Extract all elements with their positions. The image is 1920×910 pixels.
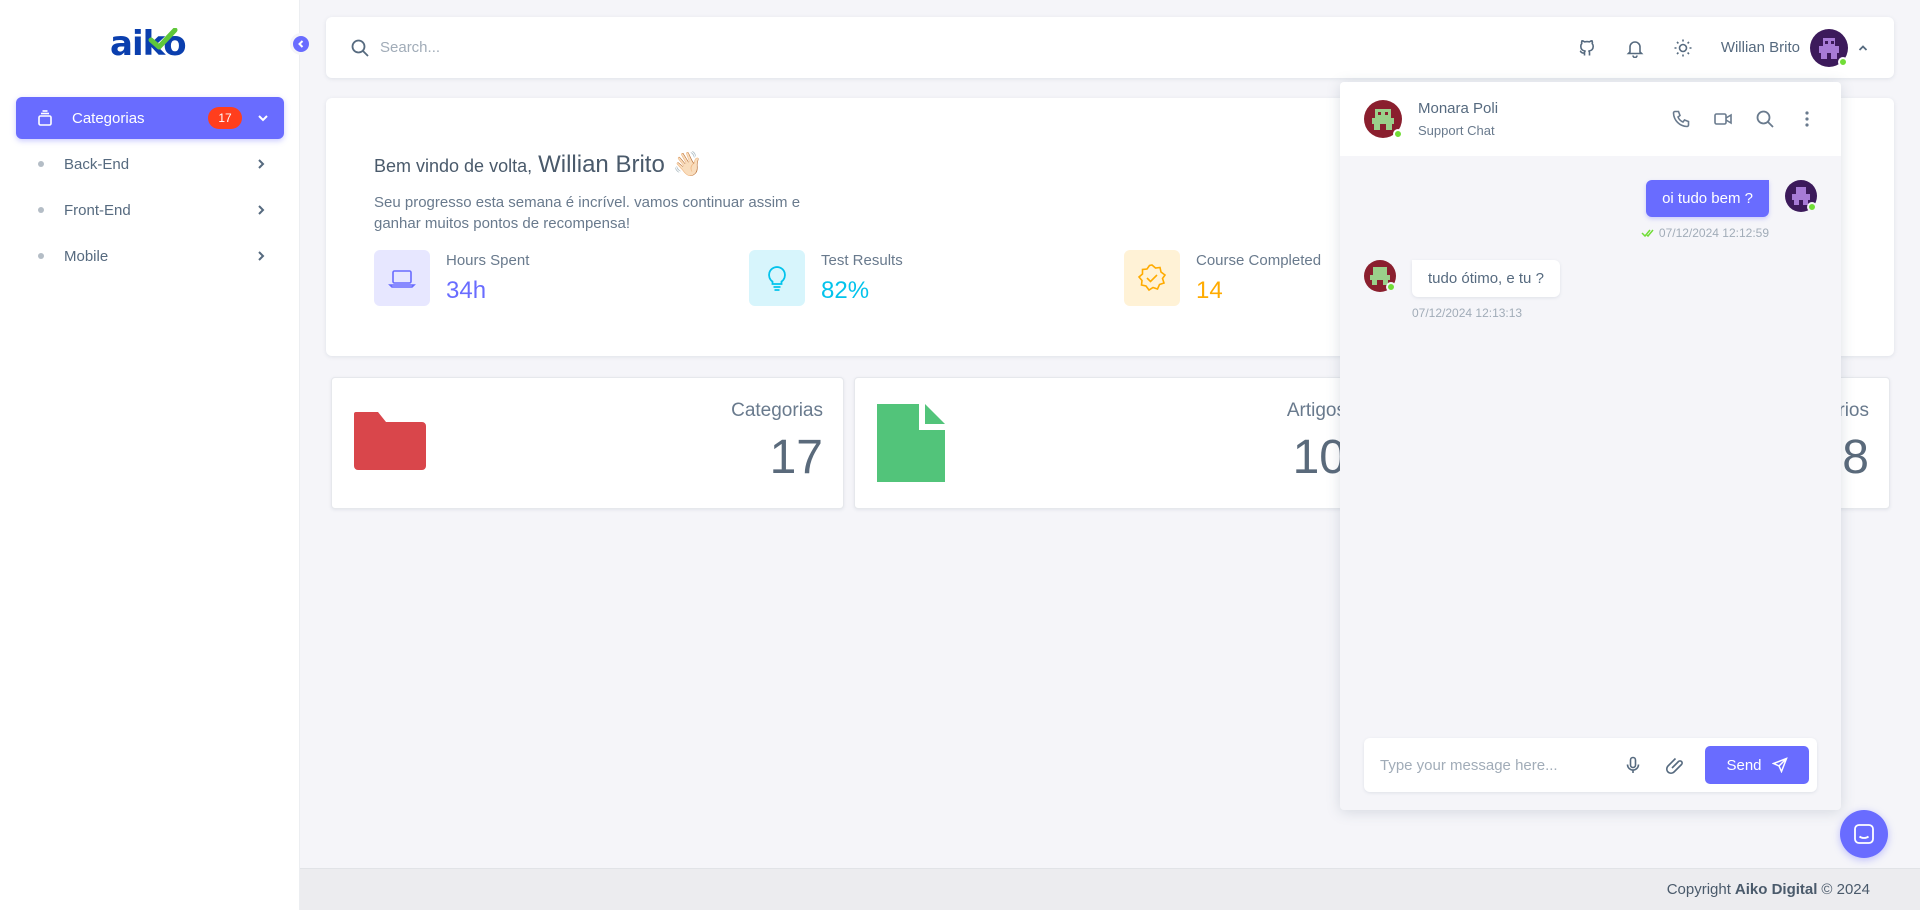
stat-value: 34h <box>446 277 487 304</box>
contact-avatar <box>1364 260 1396 292</box>
paperclip-icon[interactable] <box>1665 755 1685 775</box>
support-chat-panel: Monara Poli Support Chat oi tudo bem ? 0… <box>1340 82 1841 810</box>
stat-label: Test Results <box>821 252 903 269</box>
sidebar-item-label: Categorias <box>72 109 145 127</box>
sidebar-item-categorias[interactable]: Categorias 17 <box>16 97 284 139</box>
layers-icon <box>36 109 54 127</box>
chevron-up-icon[interactable] <box>1856 41 1870 55</box>
bullet-icon <box>38 253 44 259</box>
sidebar-submenu: Back-End Front-End Mobile <box>16 141 284 279</box>
stat-value: 14 <box>1196 277 1223 304</box>
stat-label: Hours Spent <box>446 252 530 269</box>
categorias-count-badge: 17 <box>208 107 242 129</box>
chat-actions <box>1649 109 1817 129</box>
message-timestamp: 07/12/2024 12:12:59 <box>1658 226 1769 240</box>
message-outgoing: oi tudo bem ? <box>1646 180 1769 217</box>
aiko-logo[interactable]: aiko <box>110 22 190 66</box>
stat-label: Course Completed <box>1196 252 1322 269</box>
card-value: 10 <box>1292 431 1346 484</box>
online-status-dot <box>1838 56 1848 67</box>
search-icon[interactable] <box>1755 109 1775 129</box>
welcome-heading: Bem vindo de volta, Willian Brito 👋🏻 <box>374 150 703 179</box>
bullet-icon <box>38 161 44 167</box>
send-label: Send <box>1726 756 1762 774</box>
company-name: Aiko Digital <box>1734 881 1818 898</box>
message-incoming: tudo ótimo, e tu ? <box>1412 260 1560 297</box>
send-button[interactable]: Send <box>1705 746 1809 784</box>
categorias-card[interactable]: Categorias 17 <box>331 377 844 509</box>
sidebar-item-label: Front-End <box>64 201 131 219</box>
more-vertical-icon[interactable] <box>1797 109 1817 129</box>
file-icon <box>877 404 945 482</box>
sidebar-item-label: Mobile <box>64 247 109 265</box>
footer: Copyright Aiko Digital © 2024 <box>300 868 1920 910</box>
bullet-icon <box>38 207 44 213</box>
welcome-message: Seu progresso esta semana é incrível. va… <box>374 194 801 232</box>
lightbulb-icon <box>749 250 805 306</box>
folder-icon <box>354 412 426 470</box>
user-avatar[interactable] <box>1810 28 1848 67</box>
message-time: 07/12/2024 12:12:59 <box>1641 226 1769 240</box>
sidebar: aiko Categorias 17 Back-End Front-End Mo… <box>0 0 300 910</box>
chevron-down-icon <box>256 111 270 125</box>
sidebar-collapse-button[interactable] <box>290 33 312 55</box>
contact-name: Monara Poli <box>1418 100 1499 117</box>
double-check-icon <box>1641 229 1654 238</box>
online-status-dot <box>1393 129 1403 139</box>
user-avatar <box>1785 180 1817 212</box>
phone-icon[interactable] <box>1671 109 1691 129</box>
sidebar-item-label: Back-End <box>64 155 130 173</box>
chat-icon <box>1854 824 1874 844</box>
copyright-year: © 2024 <box>1821 881 1870 898</box>
message-timestamp: 07/12/2024 12:13:13 <box>1412 306 1523 320</box>
badge-check-icon <box>1124 250 1180 306</box>
chevron-right-icon <box>254 249 268 263</box>
topbar-actions: Willian Brito <box>1549 28 1870 67</box>
message-input[interactable] <box>1380 756 1601 774</box>
laptop-icon <box>374 250 430 306</box>
chevron-right-icon <box>254 203 268 217</box>
stat-value: 82% <box>821 277 870 304</box>
card-value: 17 <box>769 431 823 484</box>
sidebar-item-back-end[interactable]: Back-End <box>16 141 284 187</box>
chat-toggle-button[interactable] <box>1840 810 1888 858</box>
wave-icon: 👋🏻 <box>672 151 703 178</box>
stat-hours-spent: Hours Spent 34h <box>374 250 749 306</box>
card-value: 8 <box>1842 431 1869 484</box>
microphone-icon[interactable] <box>1623 755 1643 775</box>
chevron-right-icon <box>254 157 268 171</box>
topbar: Willian Brito <box>326 17 1894 78</box>
welcome-user-name: Willian Brito <box>538 151 665 178</box>
stat-test-results: Test Results 82% <box>749 250 1124 306</box>
copyright-prefix: Copyright <box>1666 881 1731 898</box>
search-icon <box>350 38 370 58</box>
stats-row: Hours Spent 34h Test Results 82% Course … <box>374 250 1499 306</box>
sun-icon[interactable] <box>1673 38 1693 58</box>
card-label: Artigos <box>1286 400 1346 421</box>
user-name[interactable]: Willian Brito <box>1721 39 1800 56</box>
message-bubble: oi tudo bem ? <box>1646 180 1769 217</box>
contact-subtitle: Support Chat <box>1418 123 1495 138</box>
chat-composer: Send <box>1364 738 1817 792</box>
welcome-greeting: Bem vindo de volta, <box>374 156 533 176</box>
message-bubble: tudo ótimo, e tu ? <box>1412 260 1560 297</box>
logo-check-icon <box>148 28 178 50</box>
chat-header: Monara Poli Support Chat <box>1340 82 1841 156</box>
bell-icon[interactable] <box>1625 38 1645 58</box>
contact-avatar[interactable] <box>1364 100 1403 139</box>
sidebar-item-front-end[interactable]: Front-End <box>16 187 284 233</box>
chevron-left-icon <box>298 40 304 48</box>
sidebar-item-mobile[interactable]: Mobile <box>16 233 284 279</box>
card-label: Categorias <box>731 400 823 421</box>
send-icon <box>1771 757 1788 773</box>
artigos-card[interactable]: Artigos 10 <box>854 377 1367 509</box>
video-camera-icon[interactable] <box>1713 109 1733 129</box>
card-label: rios <box>1838 400 1869 421</box>
github-icon[interactable] <box>1577 38 1597 58</box>
search-input[interactable] <box>380 39 980 56</box>
